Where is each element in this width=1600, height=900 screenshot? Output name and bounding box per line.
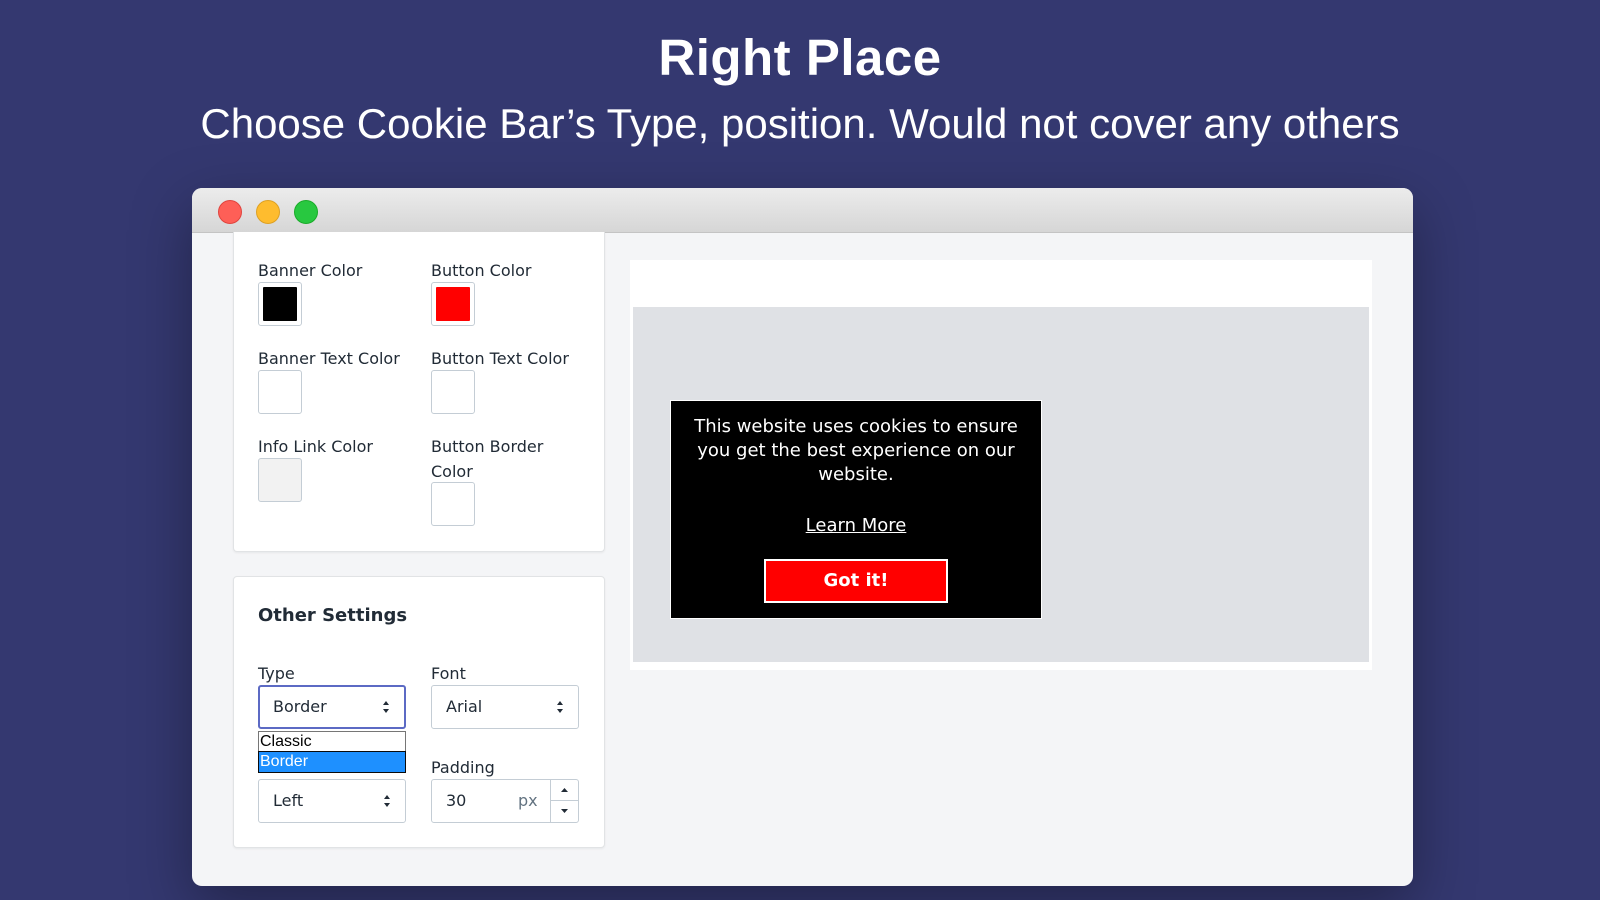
window-titlebar [192,188,1413,233]
font-select[interactable]: Arial [431,685,579,729]
button-color-fill [436,287,470,321]
select-arrows-icon [384,795,390,807]
type-select[interactable]: Border [258,685,406,729]
padding-value: 30 [446,791,467,810]
preview-frame: This website uses cookies to ensure you … [630,260,1372,670]
banner-text-color-fill [263,375,297,409]
info-link-color-label: Info Link Color [258,437,373,456]
got-it-button[interactable]: Got it! [764,559,948,603]
banner-text-color-swatch[interactable] [258,370,302,414]
maximize-window-button[interactable] [294,200,318,224]
banner-color-fill [263,287,297,321]
other-settings-title: Other Settings [258,605,408,626]
button-text-color-swatch[interactable] [431,370,475,414]
button-text-color-label: Button Text Color [431,349,569,368]
font-select-value: Arial [446,697,483,716]
app-window: Banner Color Button Color Banner Text Co… [192,188,1413,886]
button-color-swatch[interactable] [431,282,475,326]
hero-title: Right Place [658,29,942,86]
padding-stepper [550,780,578,822]
font-label: Font [431,664,466,683]
type-label: Type [258,664,295,683]
padding-decrement-button[interactable] [551,801,578,822]
button-text-color-fill [436,375,470,409]
cookie-bar-preview: This website uses cookies to ensure you … [670,400,1042,619]
select-arrows-icon [557,701,563,713]
type-select-value: Border [273,697,327,716]
chevron-down-icon [561,809,568,813]
padding-unit: px [518,791,538,810]
banner-color-label: Banner Color [258,261,363,280]
type-option-border[interactable]: Border [258,751,406,773]
learn-more-link[interactable]: Learn More [671,515,1041,536]
padding-label: Padding [431,758,495,777]
colors-card: Banner Color Button Color Banner Text Co… [233,232,605,552]
button-border-color-swatch[interactable] [431,482,475,526]
hero-subtitle: Choose Cookie Bar’s Type, position. Woul… [200,100,1400,147]
other-settings-card: Other Settings Type Border Classic Borde… [233,576,605,848]
minimize-window-button[interactable] [256,200,280,224]
banner-text-color-label: Banner Text Color [258,349,400,368]
chevron-up-icon [561,788,568,792]
padding-increment-button[interactable] [551,780,578,801]
select-arrows-icon [383,701,389,713]
type-dropdown-list: Classic Border [258,731,406,773]
cookie-message: This website uses cookies to ensure you … [694,416,1018,485]
position-select[interactable]: Left [258,779,406,823]
padding-input[interactable]: 30 px [431,779,579,823]
info-link-color-fill [263,463,297,497]
banner-color-swatch[interactable] [258,282,302,326]
button-border-color-label: Button Border Color [431,437,544,481]
info-link-color-swatch[interactable] [258,458,302,502]
close-window-button[interactable] [218,200,242,224]
preview-area: This website uses cookies to ensure you … [633,307,1369,662]
button-color-label: Button Color [431,261,532,280]
type-option-classic[interactable]: Classic [259,732,405,752]
button-border-color-fill [436,487,470,521]
position-select-value: Left [273,791,304,810]
